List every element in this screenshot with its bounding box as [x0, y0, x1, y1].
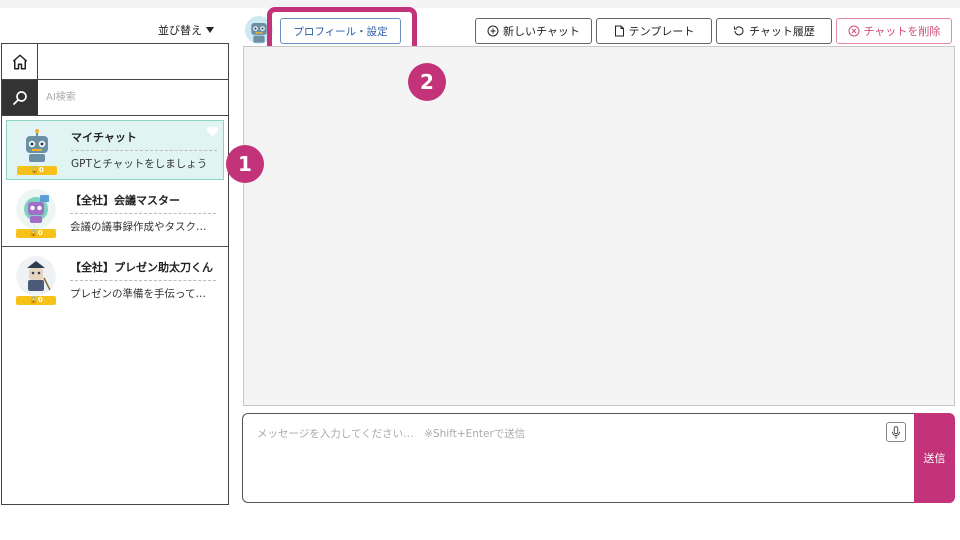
samurai-avatar-icon: [16, 256, 56, 296]
heart-icon[interactable]: [206, 125, 219, 137]
template-button[interactable]: テンプレート: [596, 18, 712, 44]
delete-chat-label: チャットを削除: [863, 25, 941, 38]
callout-marker-2: 2: [408, 63, 446, 101]
send-button[interactable]: 送信: [914, 413, 955, 503]
robot-avatar-icon: [17, 126, 57, 166]
home-icon: [12, 54, 27, 69]
document-icon: [614, 25, 624, 37]
sort-dropdown[interactable]: 並び替え: [158, 22, 214, 38]
bot-name: マイチャット: [71, 129, 217, 151]
bot-name: 【全社】会議マスター: [70, 192, 216, 214]
sidebar: 🔒0 マイチャット GPTとチャットをしましょう 🔒0 【全社】会議マスター 会…: [1, 43, 229, 505]
history-icon: [734, 26, 744, 36]
callout-marker-1: 1: [226, 145, 264, 183]
meeting-robot-avatar-icon: [16, 189, 56, 229]
message-input[interactable]: [243, 414, 914, 502]
bot-name: 【全社】プレゼン助太刀くん: [70, 259, 216, 281]
new-chat-button[interactable]: 新しいチャット: [475, 18, 592, 44]
home-row: [2, 44, 228, 80]
message-composer: [242, 413, 914, 503]
home-button[interactable]: [2, 44, 38, 79]
bot-avatar: 🔒0: [10, 185, 60, 241]
bot-avatar: 🔒0: [10, 252, 60, 308]
search-icon: [13, 90, 27, 105]
top-strip: [0, 0, 960, 8]
voice-input-button[interactable]: [886, 422, 906, 442]
new-chat-label: 新しいチャット: [503, 25, 580, 38]
ai-search-input[interactable]: [38, 80, 228, 115]
bot-avatar: 🔒0: [11, 122, 61, 178]
count-badge: 🔒0: [16, 296, 56, 305]
search-button[interactable]: [2, 80, 38, 115]
ai-search-row: [2, 80, 228, 116]
list-item-presentation-helper[interactable]: 🔒0 【全社】プレゼン助太刀くん プレゼンの準備を手伝って…: [6, 250, 224, 310]
sort-label: 並び替え: [158, 24, 202, 37]
divider: [2, 246, 228, 247]
chat-messages-area: [243, 46, 955, 406]
caret-down-icon: [206, 27, 214, 33]
template-label: テンプレート: [628, 25, 695, 38]
bot-description: 会議の議事録作成やタスク…: [70, 221, 207, 233]
chat-history-label: チャット履歴: [749, 25, 815, 38]
close-circle-icon: [848, 25, 860, 37]
list-item-meeting-master[interactable]: 🔒0 【全社】会議マスター 会議の議事録作成やタスク…: [6, 183, 224, 243]
list-item-my-chat[interactable]: 🔒0 マイチャット GPTとチャットをしましょう: [6, 120, 224, 180]
plus-circle-icon: [487, 25, 499, 37]
delete-chat-button[interactable]: チャットを削除: [836, 18, 952, 44]
microphone-icon: [891, 425, 901, 438]
chat-history-button[interactable]: チャット履歴: [716, 18, 832, 44]
count-badge: 🔒0: [16, 229, 56, 238]
bot-description: プレゼンの準備を手伝って…: [70, 288, 206, 300]
count-badge: 🔒0: [17, 166, 57, 175]
bot-description: GPTとチャットをしましょう: [71, 158, 208, 170]
